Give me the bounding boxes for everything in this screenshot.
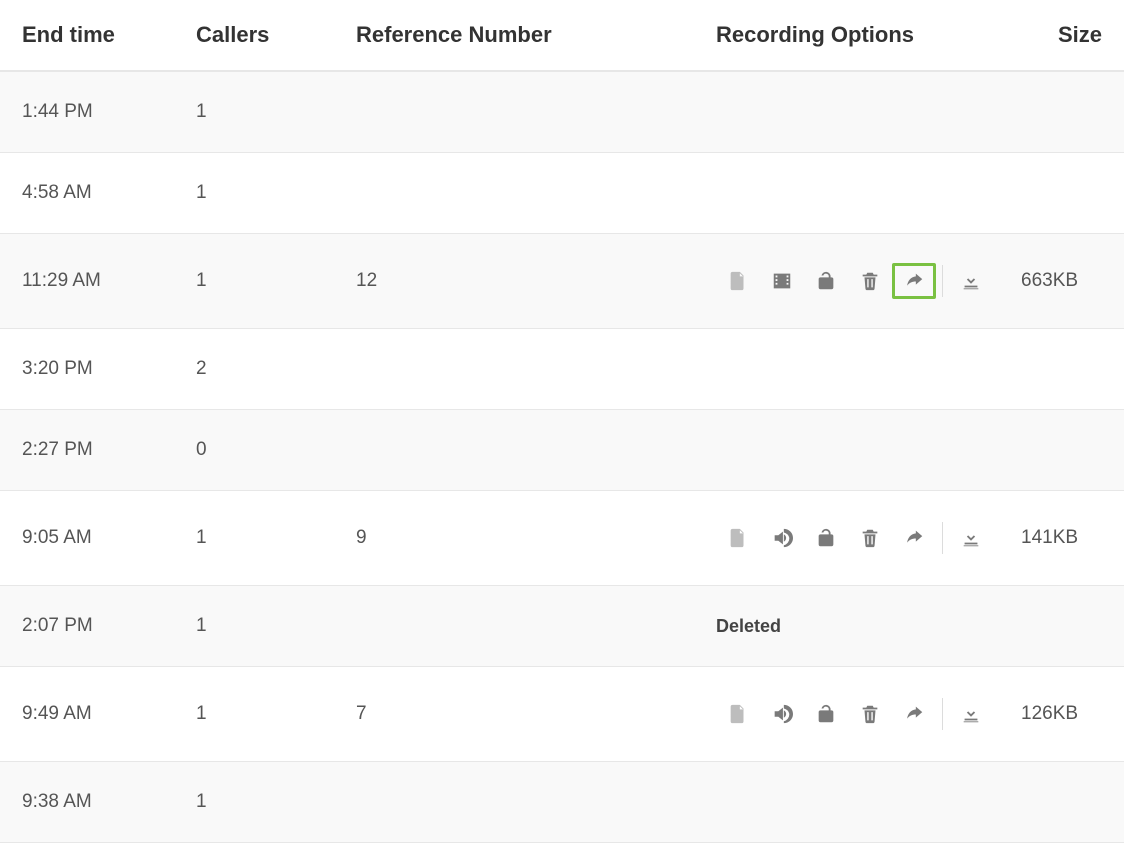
reference-value: 9 [356,527,367,548]
col-callers[interactable]: Callers [190,0,350,71]
unlock-icon [815,527,837,549]
audio-button[interactable] [760,696,804,732]
download-button[interactable] [949,696,993,732]
share-icon [903,270,925,292]
unlock-icon [815,270,837,292]
action-divider [942,522,943,554]
size-value: 126KB [1021,703,1078,724]
table-row: 9:05 AM 1 9 141KB [0,491,1124,586]
annotate-button[interactable] [716,696,760,732]
callers-value: 2 [196,358,207,379]
callers-value: 0 [196,439,207,460]
delete-button[interactable] [848,263,892,299]
share-button[interactable] [892,263,936,299]
unlock-button[interactable] [804,696,848,732]
end-time-value: 9:05 AM [22,527,92,548]
table-header-row: End time Callers Reference Number Record… [0,0,1124,71]
document-icon [727,703,749,725]
table-row: 3:20 PM 2 [0,329,1124,410]
recording-actions [716,520,1009,556]
unlock-button[interactable] [804,263,848,299]
recordings-table: End time Callers Reference Number Record… [0,0,1124,843]
deleted-label: Deleted [716,616,781,636]
end-time-value: 1:44 PM [22,101,93,122]
callers-value: 1 [196,791,207,812]
callers-value: 1 [196,182,207,203]
table-row: 4:58 AM 1 [0,153,1124,234]
table-row: 2:07 PM 1 Deleted [0,586,1124,667]
table-row: 11:29 AM 1 12 663KB [0,234,1124,329]
unlock-button[interactable] [804,520,848,556]
download-icon [960,270,982,292]
end-time-value: 11:29 AM [22,270,101,291]
document-icon [727,527,749,549]
col-recording-options[interactable]: Recording Options [710,0,1015,71]
recording-actions [716,263,1009,299]
share-icon [903,703,925,725]
end-time-value: 2:27 PM [22,439,93,460]
share-button[interactable] [892,696,936,732]
action-divider [942,265,943,297]
document-icon [727,270,749,292]
download-button[interactable] [949,263,993,299]
end-time-value: 4:58 AM [22,182,92,203]
action-divider [942,698,943,730]
audio-icon [771,527,793,549]
table-row: 9:49 AM 1 7 126KB [0,667,1124,762]
end-time-value: 3:20 PM [22,358,93,379]
callers-value: 1 [196,615,207,636]
callers-value: 1 [196,527,207,548]
unlock-icon [815,703,837,725]
share-icon [903,527,925,549]
download-icon [960,527,982,549]
video-button[interactable] [760,263,804,299]
callers-value: 1 [196,270,207,291]
col-end-time[interactable]: End time [0,0,190,71]
trash-icon [859,703,881,725]
annotate-button[interactable] [716,520,760,556]
table-row: 1:44 PM 1 [0,71,1124,153]
col-size[interactable]: Size [1015,0,1124,71]
download-icon [960,703,982,725]
callers-value: 1 [196,703,207,724]
reference-value: 12 [356,270,377,291]
share-button[interactable] [892,520,936,556]
film-icon [771,270,793,292]
col-reference[interactable]: Reference Number [350,0,710,71]
table-row: 9:38 AM 1 [0,762,1124,843]
audio-icon [771,703,793,725]
delete-button[interactable] [848,696,892,732]
callers-value: 1 [196,101,207,122]
end-time-value: 2:07 PM [22,615,93,636]
download-button[interactable] [949,520,993,556]
size-value: 141KB [1021,527,1078,548]
delete-button[interactable] [848,520,892,556]
trash-icon [859,270,881,292]
audio-button[interactable] [760,520,804,556]
recording-actions [716,696,1009,732]
end-time-value: 9:49 AM [22,703,92,724]
end-time-value: 9:38 AM [22,791,92,812]
annotate-button[interactable] [716,263,760,299]
table-row: 2:27 PM 0 [0,410,1124,491]
trash-icon [859,527,881,549]
size-value: 663KB [1021,270,1078,291]
reference-value: 7 [356,703,367,724]
